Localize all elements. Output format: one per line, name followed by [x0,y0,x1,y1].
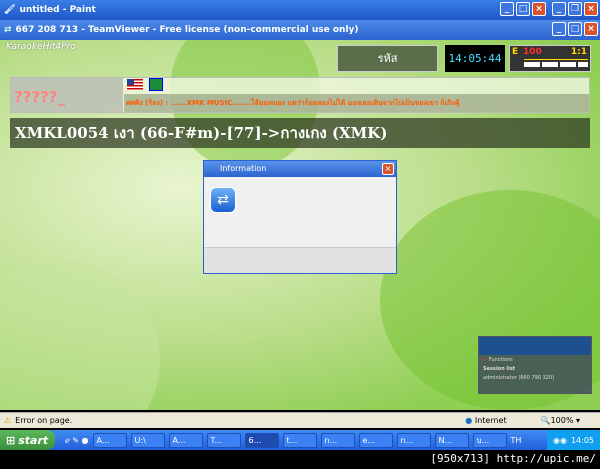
watermark: [950x713] http://upic.me/ [430,452,596,465]
music-icon[interactable] [149,78,163,91]
status-bar: ⚠ Error on page. ● Internet 🔍100% ▾ [0,412,600,428]
e-label: E [512,47,519,57]
song-info-panel: ?????_ ศศศิง (ร้อง) : ......XMK MUSIC...… [10,77,590,113]
functions-menu[interactable]: Functions [489,357,513,363]
language-indicator[interactable]: TH [511,436,522,445]
taskbar-item[interactable]: t... [282,432,317,448]
taskbar-item[interactable]: T... [206,432,241,448]
zoom-level[interactable]: 🔍100% ▾ [541,416,580,425]
system-tray: ◉◉ 14:05 [546,430,600,450]
dialog-title-bar[interactable]: Information × [204,161,396,177]
close-button[interactable]: × [532,2,546,16]
remote-close-button[interactable]: × [584,2,598,16]
clock: 14:05:44 [445,45,505,72]
paint-title: untitled - Paint [19,5,96,15]
quick-launch-icons[interactable]: ℯ ✎ ● [65,436,89,445]
taskbar-item[interactable]: U:\ [130,432,165,448]
score-panel: E 100 1:1 [509,45,591,72]
status-text[interactable]: Error on page. [15,416,72,425]
code-label: รหัส [337,45,438,72]
tv-minimize-button[interactable]: _ [552,22,566,36]
ratio: 1:1 [570,47,587,57]
teamviewer-title-bar[interactable]: ⇄ 667 208 713 - TeamViewer - Free licens… [0,20,600,40]
e-value: 100 [523,47,542,57]
tv-close-button[interactable]: × [584,22,598,36]
taskbar-item[interactable]: A... [168,432,203,448]
paint-icon: 🖌 [4,5,16,15]
remote-minimize-button[interactable]: _ [552,2,566,16]
remote-restore-button[interactable]: ❐ [568,2,582,16]
paint-title-bar[interactable]: 🖌 untitled - Paint _ □ × _ ❐ × [0,0,600,20]
session-list: Session list [483,366,516,372]
taskbar-item[interactable]: n... [320,432,355,448]
remote-desktop[interactable]: KaraokeHit4Pro รหัส 14:05:44 E 100 1:1 ?… [0,40,600,410]
teamviewer-icon: ⇄ [4,25,12,35]
taskbar-item[interactable]: n... [396,432,431,448]
globe-icon: ● [465,416,473,425]
level-bars [524,62,588,67]
start-button[interactable]: ⊞ start [0,430,55,450]
taskbar-item[interactable]: N... [434,432,469,448]
teamviewer-panel[interactable]: ✕ Functions Session list administrator (… [478,336,592,394]
lyrics-ticker: ศศศิง (ร้อง) : ......XMK MUSIC.......โล้… [124,94,589,112]
clock-time: 14:05 [570,435,594,445]
tray-icons[interactable]: ◉◉ [553,436,567,445]
taskbar-item[interactable]: e... [358,432,393,448]
zone-text: Internet [474,416,507,425]
dialog-close-button[interactable]: × [382,163,394,175]
maximize-button[interactable]: □ [516,2,530,16]
close-session-icon[interactable]: ✕ [483,357,487,363]
information-dialog: Information × ⇄ [203,160,397,274]
windows-logo-icon: ⊞ [6,433,16,447]
taskbar: ⊞ start ℯ ✎ ● A... U:\ A... T... 6... t..… [0,430,600,450]
teamviewer-title: 667 208 713 - TeamViewer - Free license … [15,25,359,35]
minimize-button[interactable]: _ [500,2,514,16]
dialog-title: Information [220,164,267,173]
taskbar-item[interactable]: A... [92,432,127,448]
song-number: ?????_ [11,78,123,112]
us-flag-icon[interactable] [127,79,143,90]
now-playing: XMKL0054 เงา (66-F#m)-[77]->กางเกง (XMK) [10,118,590,148]
teamviewer-logo-icon: ⇄ [210,187,236,213]
logo: KaraokeHit4Pro [6,42,76,52]
warning-icon: ⚠ [4,416,12,425]
session-item[interactable]: administrator (660 790 320) [479,373,591,383]
tv-maximize-button[interactable]: □ [568,22,582,36]
taskbar-item[interactable]: บ... [472,432,507,448]
taskbar-item[interactable]: 6... [244,432,279,448]
